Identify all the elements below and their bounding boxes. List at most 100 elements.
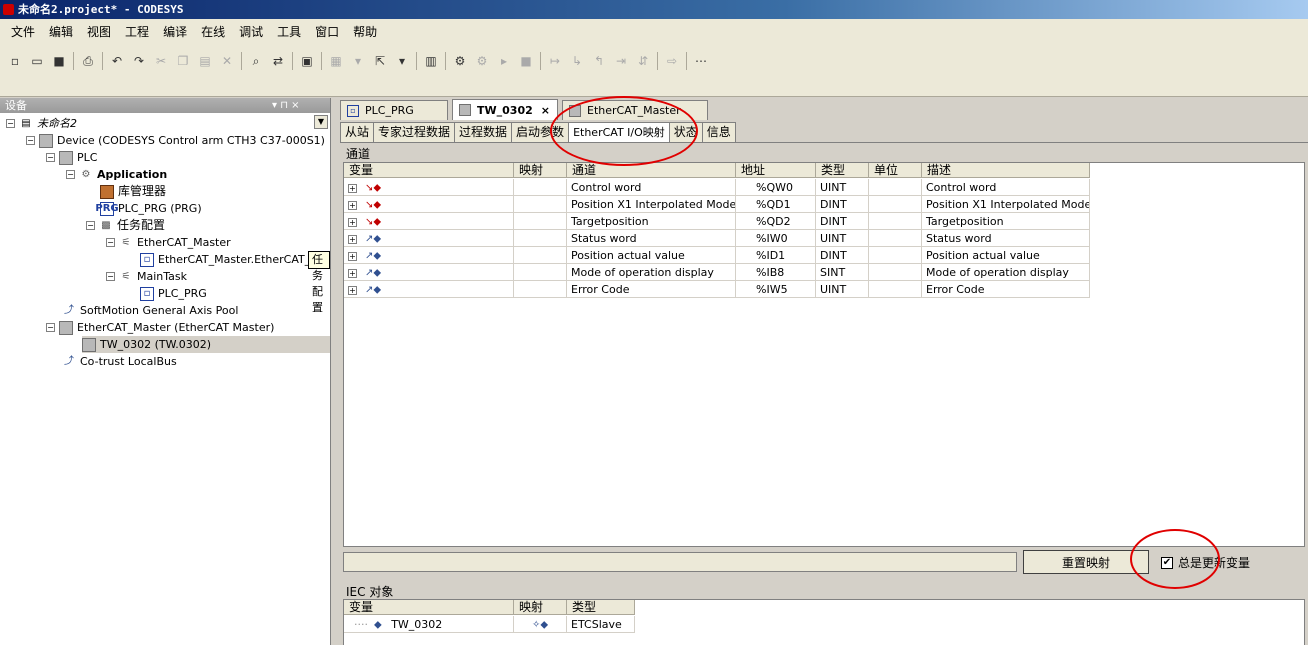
tree-item-task-config[interactable]: − ▩ 任务配置 [86,217,165,234]
channel-row-mapping[interactable] [514,179,567,196]
col-header-description[interactable]: 描述 [922,163,1090,178]
menu-build[interactable]: 编译 [156,19,194,45]
menu-online[interactable]: 在线 [194,19,232,45]
open-folder-icon[interactable]: ▭ [26,51,48,71]
expand-icon[interactable]: + [348,234,357,244]
toolbar-options-icon[interactable]: ⋯ [690,51,712,71]
expand-icon[interactable]: + [348,285,357,295]
col-header-type[interactable]: 类型 [816,163,869,178]
tree-item-axis-pool[interactable]: ⤴ SoftMotion General Axis Pool [62,302,238,319]
tree-dropdown-icon[interactable]: ▼ [314,115,328,129]
iec-col-variable[interactable]: 变量 [344,600,514,615]
channel-row-mapping[interactable] [514,196,567,213]
menu-view[interactable]: 视图 [80,19,118,45]
channel-row-mapping[interactable] [514,281,567,298]
tree-item-ethercat-master[interactable]: − EtherCAT_Master (EtherCAT Master) [46,319,274,336]
tab-plc-prg[interactable]: ▫ PLC_PRG [340,100,448,120]
channel-row-variable[interactable]: + ↗◆ [344,281,514,298]
collapse-icon[interactable]: − [46,153,55,162]
iec-col-type[interactable]: 类型 [567,600,635,615]
menu-tools[interactable]: 工具 [270,19,308,45]
menu-help[interactable]: 帮助 [346,19,384,45]
collapse-icon[interactable]: − [6,119,15,128]
iec-row-mapping[interactable]: ✧◆ [514,616,567,633]
channel-row-mapping[interactable] [514,230,567,247]
cut-icon[interactable]: ✂ [150,51,172,71]
collapse-icon[interactable]: − [106,272,115,281]
collapse-icon[interactable]: − [26,136,35,145]
menu-debug[interactable]: 调试 [232,19,270,45]
collapse-icon[interactable]: − [86,221,95,230]
tab-io-mapping[interactable]: EtherCAT I/O映射 [568,122,670,142]
channel-row-mapping[interactable] [514,247,567,264]
col-header-mapping[interactable]: 映射 [514,163,567,178]
new-file-icon[interactable]: ▫ [4,51,26,71]
col-header-variable[interactable]: 变量 [344,163,514,178]
menu-project[interactable]: 工程 [118,19,156,45]
tab-process-data[interactable]: 过程数据 [454,122,513,142]
col-header-address[interactable]: 地址 [736,163,816,178]
tree-item-plc-prg-call[interactable]: ▫ PLC_PRG [140,285,207,302]
step-into-icon[interactable]: ↳ [566,51,588,71]
reset-mapping-button[interactable]: 重置映射 [1023,550,1149,574]
tree-item-plc[interactable]: − PLC [46,149,97,166]
menu-file[interactable]: 文件 [4,19,42,45]
panel-controls-icon[interactable]: ▾ ⊓ × [272,98,300,113]
channel-row-variable[interactable]: + ↘◆ [344,213,514,230]
step-out-icon[interactable]: ↰ [588,51,610,71]
tab-expert-process-data[interactable]: 专家过程数据 [373,122,456,142]
replace-icon[interactable]: ⇄ [267,51,289,71]
expand-icon[interactable]: + [348,251,357,261]
expand-icon[interactable]: + [348,183,357,193]
channel-row-variable[interactable]: + ↗◆ [344,264,514,281]
always-update-option[interactable]: ✔ 总是更新变量 [1161,554,1250,571]
print-icon[interactable]: ⎙ [77,51,99,71]
tab-tw0302[interactable]: TW_0302 × [452,99,558,120]
col-header-channel[interactable]: 通道 [567,163,736,178]
channel-row-variable[interactable]: + ↘◆ [344,179,514,196]
collapse-icon[interactable]: − [66,170,75,179]
run-icon[interactable]: ▸ [493,51,515,71]
expand-icon[interactable]: + [348,200,357,210]
menu-window[interactable]: 窗口 [308,19,346,45]
expand-icon[interactable]: + [348,268,357,278]
logout-icon[interactable]: ⚙ [471,51,493,71]
save-icon[interactable]: ■ [48,51,70,71]
tab-ethercat-master[interactable]: EtherCAT_Master [562,100,708,120]
tree-item-ethercat-task[interactable]: − ⚟ EtherCAT_Master [106,234,231,251]
redo-icon[interactable]: ↷ [128,51,150,71]
dropdown-arrow-icon[interactable]: ▾ [347,51,369,71]
always-update-checkbox[interactable]: ✔ [1161,556,1173,569]
tree-item-project[interactable]: − ▤ 未命名2 [6,115,77,132]
delete-icon[interactable]: ✕ [216,51,238,71]
step-over-icon[interactable]: ↦ [544,51,566,71]
tab-startup-params[interactable]: 启动参数 [511,122,570,142]
grid-icon[interactable]: ▦ [325,51,347,71]
build-icon[interactable]: ▥ [420,51,442,71]
iec-col-mapping[interactable]: 映射 [514,600,567,615]
copy-icon[interactable]: ❐ [172,51,194,71]
menu-edit[interactable]: 编辑 [42,19,80,45]
tree-item-tw0302[interactable]: TW_0302 (TW.0302) [82,336,330,353]
undo-icon[interactable]: ↶ [106,51,128,71]
force-icon[interactable]: ⇨ [661,51,683,71]
channel-row-variable[interactable]: + ↗◆ [344,230,514,247]
channel-row-variable[interactable]: + ↘◆ [344,196,514,213]
tree-item-ethercat-call[interactable]: ▫ EtherCAT_Master.EtherCAT_T [140,251,317,268]
find-icon[interactable]: ⌕ [245,51,267,71]
tree-item-localbus[interactable]: ⤴ Co-trust LocalBus [62,353,177,370]
collapse-icon[interactable]: − [106,238,115,247]
channel-row-mapping[interactable] [514,264,567,281]
write-values-icon[interactable]: ⇵ [632,51,654,71]
iec-row-variable[interactable]: ···· ◆ TW_0302 [344,616,514,633]
tab-info[interactable]: 信息 [701,122,736,142]
collapse-icon[interactable]: − [46,323,55,332]
export-icon[interactable]: ⇱ [369,51,391,71]
tab-slave[interactable]: 从站 [340,122,375,142]
tree-item-plc-prg[interactable]: PRG PLC_PRG (PRG) [95,200,202,217]
step-run-icon[interactable]: ⇥ [610,51,632,71]
tree-item-maintask[interactable]: − ⚟ MainTask [106,268,187,285]
channel-row-variable[interactable]: + ↗◆ [344,247,514,264]
stop-icon[interactable]: ■ [515,51,537,71]
tree-item-library-manager[interactable]: 库管理器 [100,183,166,200]
